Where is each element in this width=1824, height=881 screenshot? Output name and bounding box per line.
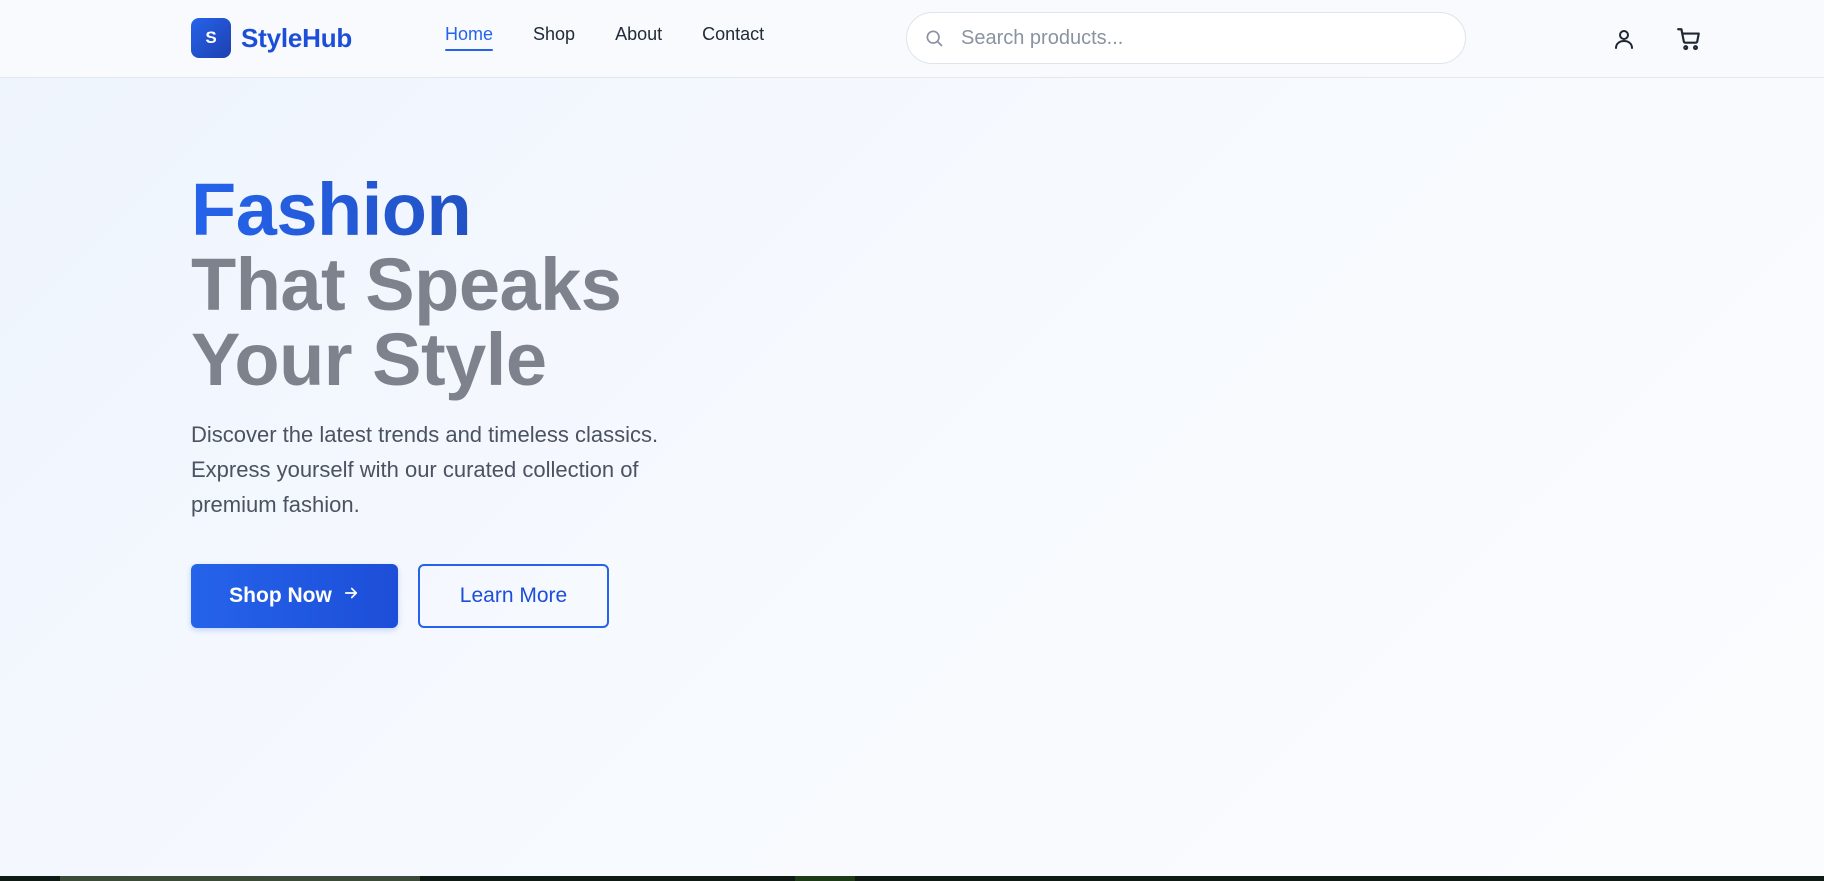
next-section-image-edge-2 bbox=[795, 876, 855, 881]
shop-now-button[interactable]: Shop Now bbox=[191, 564, 398, 628]
hero-title-accent: Fashion bbox=[191, 172, 891, 247]
learn-more-label: Learn More bbox=[459, 584, 568, 607]
hero-description: Discover the latest trends and timeless … bbox=[191, 422, 659, 517]
logo-mark: S bbox=[191, 18, 231, 58]
main-nav: Home Shop About Contact bbox=[445, 24, 764, 51]
hero-title-line3: Your Style bbox=[191, 318, 547, 401]
learn-more-button[interactable]: Learn More bbox=[418, 564, 609, 628]
search-input[interactable] bbox=[959, 25, 1439, 51]
hero-section: Fashion That Speaks Your Style Discover … bbox=[191, 172, 891, 628]
next-section-image-edge bbox=[60, 876, 420, 881]
nav-link-shop[interactable]: Shop bbox=[533, 24, 575, 51]
user-icon[interactable] bbox=[1609, 24, 1639, 54]
logo[interactable]: S StyleHub bbox=[191, 18, 352, 58]
hero-title: Fashion That Speaks Your Style bbox=[191, 172, 891, 397]
shop-now-label: Shop Now bbox=[229, 584, 332, 607]
nav-link-contact[interactable]: Contact bbox=[702, 24, 764, 51]
page: S StyleHub Home Shop About Contact Searc… bbox=[0, 0, 1824, 881]
search-icon bbox=[923, 27, 945, 49]
hero-buttons: Shop Now Learn More bbox=[191, 564, 891, 628]
search-bar[interactable] bbox=[906, 12, 1466, 64]
brand-name: StyleHub bbox=[241, 22, 353, 53]
nav-link-about[interactable]: About bbox=[615, 24, 662, 51]
cart-icon[interactable] bbox=[1674, 24, 1704, 54]
hero-title-line2: That Speaks bbox=[191, 243, 622, 326]
site-header: S StyleHub Home Shop About Contact bbox=[0, 0, 1824, 78]
nav-link-home[interactable]: Home bbox=[445, 24, 494, 51]
next-section-edge bbox=[0, 876, 1824, 881]
arrow-right-icon bbox=[342, 584, 360, 608]
